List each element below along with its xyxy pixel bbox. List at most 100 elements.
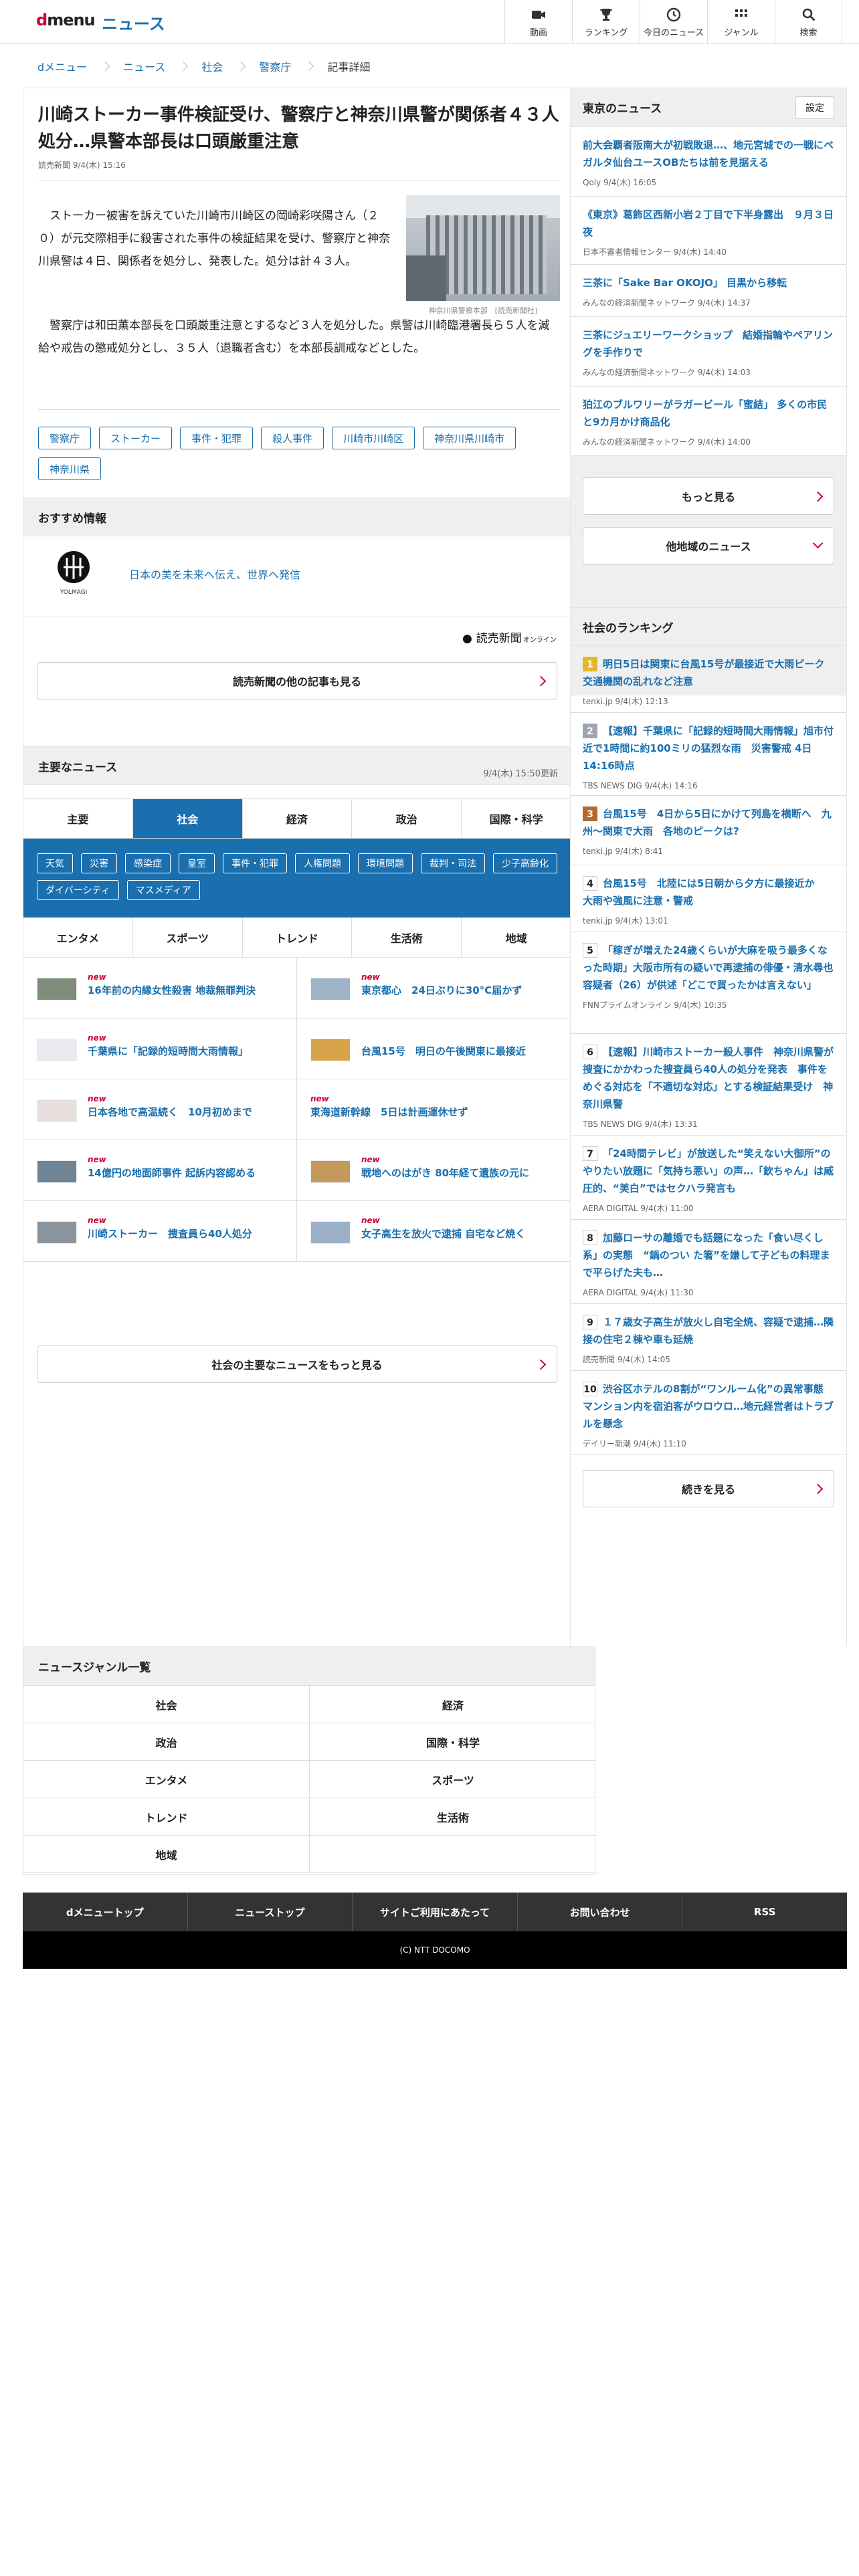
breadcrumb-npa[interactable]: 警察庁 <box>259 58 291 74</box>
yomiuri-logo: ● 読売新聞 オンライン <box>462 632 557 645</box>
genre-link[interactable]: 経済 <box>310 1686 596 1723</box>
main-column: 川崎ストーカー事件検証受け、警察庁と神奈川県警が関係者４３人処分…県警本部長は口… <box>23 88 571 1646</box>
tab-sports[interactable]: スポーツ <box>133 918 243 957</box>
genre-link[interactable]: スポーツ <box>310 1761 596 1798</box>
tab-entertainment[interactable]: エンタメ <box>23 918 133 957</box>
footer-link-terms[interactable]: サイトご利用にあたって <box>353 1893 518 1931</box>
genre-link[interactable]: 生活術 <box>310 1798 596 1836</box>
genre-link[interactable]: 国際・科学 <box>310 1723 596 1761</box>
ranking-item[interactable]: 9 １７歳女子高生が放火し自宅全焼、容疑で逮捕…隣接の住宅２棟や車も延焼 読売新聞 … <box>571 1304 846 1371</box>
tag-link[interactable]: 殺人事件 <box>261 427 324 449</box>
ranking-item[interactable]: 10 渋谷区ホテルの8割が“ワンルーム化”の異常事態 マンション内を宿泊客がウロウ… <box>571 1371 846 1455</box>
news-item[interactable]: new 川崎ストーカー 捜査員ら40人処分 <box>23 1201 297 1262</box>
tab-local[interactable]: 地域 <box>462 918 571 957</box>
news-item[interactable]: new 14億円の地面師事件 起訴内容認める <box>23 1140 297 1201</box>
ranking-more-button[interactable]: 続きを見る <box>583 1470 834 1507</box>
subcategory-link[interactable]: 少子高齢化 <box>493 853 557 873</box>
divider <box>38 409 560 410</box>
news-item[interactable]: new 東京都心 24日ぶりに30°C届かず <box>297 958 571 1018</box>
list-item[interactable]: 《東京》葛飾区西新小岩２丁目で下半身露出 ９月３日夜 日本不審者情報センター 9/… <box>571 197 846 265</box>
tab-trend[interactable]: トレンド <box>243 918 353 957</box>
subcategory-link[interactable]: 災害 <box>81 853 117 873</box>
footer-link-rss[interactable]: RSS <box>682 1893 847 1931</box>
news-title: 16年前の内縁女性殺害 地裁無罪判決 <box>88 984 256 996</box>
recommend-link[interactable]: 日本の美を未来へ伝え、世界へ発信 <box>129 566 300 582</box>
subcategory-link[interactable]: 感染症 <box>125 853 171 873</box>
logo-menu: menu <box>47 11 95 29</box>
news-title: 14億円の地面師事件 起訴内容認める <box>88 1167 256 1179</box>
ranking-item[interactable]: 3 台風15号 4日から5日にかけて列島を横断へ 九州〜関東で大雨 各地のピークは… <box>571 796 846 865</box>
nav-genre-button[interactable]: ジャンル <box>707 0 775 44</box>
ranking-item[interactable]: 6 【速報】川崎市ストーカー殺人事件 神奈川県警が捜査にかかわった捜査員ら40人の… <box>571 1034 846 1136</box>
tag-link[interactable]: 事件・犯罪 <box>180 427 254 449</box>
settings-button[interactable]: 設定 <box>795 96 834 119</box>
genre-link[interactable]: 政治 <box>23 1723 310 1761</box>
article-image[interactable] <box>406 195 560 301</box>
nav-ranking-button[interactable]: ランキング <box>572 0 640 44</box>
subcategory-link[interactable]: 裁判・司法 <box>421 853 485 873</box>
genre-link[interactable]: 地域 <box>23 1836 310 1873</box>
news-item[interactable]: new 戦地へのはがき 80年経て遺族の元に <box>297 1140 571 1201</box>
news-title: 狛江のブルワリーがラガービール「蜜結」 多くの市民と9カ月かけ商品化 <box>583 399 828 428</box>
news-item[interactable]: new 女子高生を放火で逮捕 自宅など焼く <box>297 1201 571 1262</box>
breadcrumb-society[interactable]: 社会 <box>201 58 223 74</box>
subcategory-link[interactable]: 人権問題 <box>295 853 350 873</box>
video-icon <box>532 10 545 19</box>
publisher-more-button[interactable]: 読売新聞の他の記事も見る <box>37 662 557 700</box>
nav-video-button[interactable]: 動画 <box>504 0 572 44</box>
tab-lifestyle[interactable]: 生活術 <box>352 918 462 957</box>
tag-link[interactable]: 川崎市川崎区 <box>332 427 415 449</box>
breadcrumb-dmenu[interactable]: dメニュー <box>37 58 87 74</box>
news-title: 戦地へのはがき 80年経て遺族の元に <box>361 1167 530 1179</box>
subcategory-link[interactable]: 皇室 <box>179 853 215 873</box>
news-title: 前大会覇者阪南大が初戦敗退…、地元宮城での一戦にベガルタ仙台ユースOBたちは前を… <box>583 139 834 169</box>
footer-link-contact[interactable]: お問い合わせ <box>518 1893 683 1931</box>
yolmagi-logo[interactable]: YOLMAGI <box>50 548 97 598</box>
subcategory-link[interactable]: ダイバーシティ <box>37 880 119 900</box>
news-thumbnail <box>37 1039 77 1061</box>
ranking-item[interactable]: 1 明日5日は関東に台風15号が最接近で大雨ピーク 交通機関の乱れなど注意 tenk… <box>571 646 846 713</box>
nav-search-button[interactable]: 検索 <box>775 0 842 44</box>
ranking-item[interactable]: 4 台風15号 北陸には5日朝から夕方に最接近か 大雨や強風に注意・警戒 tenki… <box>571 865 846 932</box>
nav-today-button[interactable]: 今日のニュース <box>640 0 707 44</box>
service-name[interactable]: ニュース <box>102 11 165 34</box>
tab-international[interactable]: 国際・科学 <box>462 799 571 838</box>
news-item[interactable]: new 東海道新幹線 5日は計画運休せず <box>297 1079 571 1140</box>
ranking-item[interactable]: 2 【速報】千葉県に「記録的短時間大雨情報」旭市付近で1時間に約100ミリの猛烈な… <box>571 713 846 796</box>
subcategory-link[interactable]: マスメディア <box>126 880 200 900</box>
footer-link-dmenu-top[interactable]: dメニュートップ <box>23 1893 188 1931</box>
tab-main[interactable]: 主要 <box>23 799 133 838</box>
news-item[interactable]: new 日本各地で高温続く 10月初めまで <box>23 1079 297 1140</box>
subcategory-link[interactable]: 環境問題 <box>358 853 413 873</box>
ranking-item[interactable]: 5 「稼ぎが増えた24歳くらいが大麻を吸う最多くなった時期」大阪市所有の疑いで再逮… <box>571 932 846 1034</box>
major-news-more-button[interactable]: 社会の主要なニュースをもっと見る <box>37 1346 557 1383</box>
other-region-button[interactable]: 他地域のニュース <box>583 527 834 564</box>
tag-link[interactable]: ストーカー <box>99 427 173 449</box>
tag-link[interactable]: 神奈川県 <box>38 457 102 480</box>
tokyo-more-button[interactable]: もっと見る <box>583 477 834 515</box>
list-item[interactable]: 前大会覇者阪南大が初戦敗退…、地元宮城での一戦にベガルタ仙台ユースOBたちは前を… <box>571 127 846 197</box>
ranking-heading: 社会のランキング <box>571 607 846 646</box>
genre-link[interactable]: エンタメ <box>23 1761 310 1798</box>
list-item[interactable]: 三茶にジュエリーワークショップ 結婚指輪やペアリングを手作りで みんなの経済新聞ネ… <box>571 317 846 387</box>
tag-link[interactable]: 警察庁 <box>38 427 92 449</box>
news-meta: みんなの経済新聞ネットワーク 9/4(木) 14:03 <box>583 368 751 377</box>
list-item[interactable]: 三茶に「Sake Bar OKOJO」 目黒から移転 みんなの経済新聞ネットワーク… <box>571 265 846 317</box>
genre-link[interactable]: 社会 <box>23 1686 310 1723</box>
subcategory-link[interactable]: 事件・犯罪 <box>223 853 287 873</box>
subcategory-link[interactable]: 天気 <box>37 853 73 873</box>
tab-economy[interactable]: 経済 <box>243 799 353 838</box>
dmenu-logo[interactable]: dmenu <box>36 11 96 29</box>
tab-politics[interactable]: 政治 <box>352 799 462 838</box>
tab-society[interactable]: 社会 <box>132 799 243 838</box>
breadcrumb-news[interactable]: ニュース <box>123 58 165 74</box>
news-item[interactable]: new 千葉県に「記録的短時間大雨情報」 <box>23 1018 297 1079</box>
list-item[interactable]: 狛江のブルワリーがラガービール「蜜結」 多くの市民と9カ月かけ商品化 みんなの経済… <box>571 387 846 456</box>
news-item[interactable]: new 16年前の内縁女性殺害 地裁無罪判決 <box>23 958 297 1018</box>
genre-link[interactable]: トレンド <box>23 1798 310 1836</box>
ranking-item[interactable]: 8 加藤ローサの離婚でも話題になった「食い尽くし系」の実態 “鍋のつい た箸”を嫌… <box>571 1220 846 1304</box>
tag-link[interactable]: 神奈川県川崎市 <box>423 427 516 449</box>
ranking-item[interactable]: 7 「24時間テレビ」が放送した“笑えない大御所”のやりたい放題に「気持ち悪い」の… <box>571 1136 846 1220</box>
footer-link-news-top[interactable]: ニューストップ <box>188 1893 353 1931</box>
news-item[interactable]: 台風15号 明日の午後関東に最接近 <box>297 1018 571 1079</box>
